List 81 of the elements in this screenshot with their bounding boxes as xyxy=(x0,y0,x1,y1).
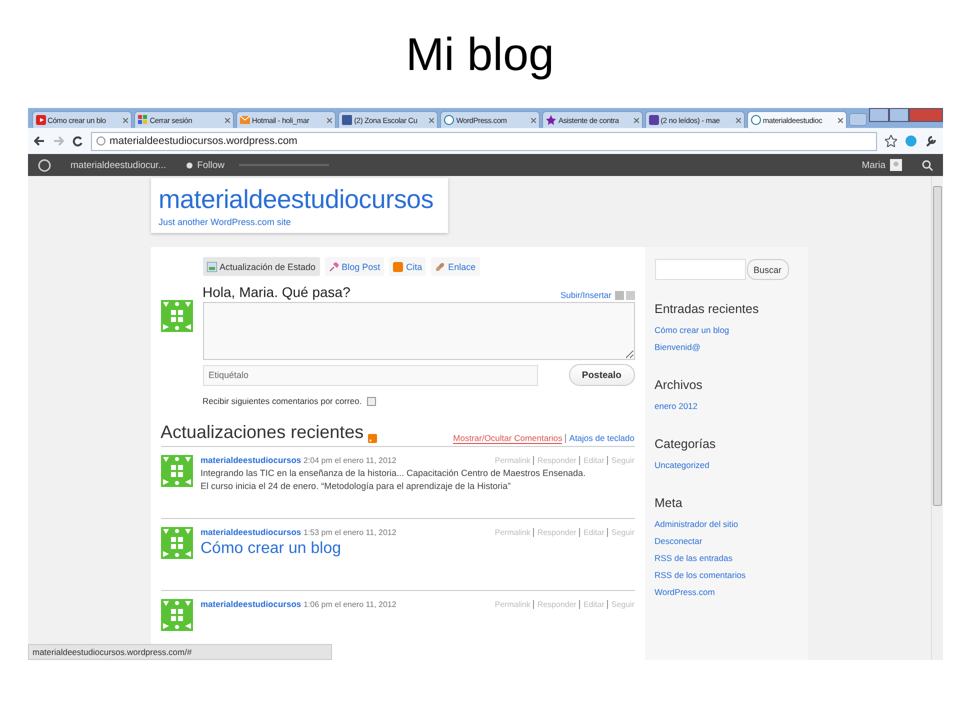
close-icon[interactable] xyxy=(531,118,536,122)
widget-link[interactable]: WordPress.com xyxy=(654,584,798,601)
post-author[interactable]: materialdeestudiocursos xyxy=(200,527,302,537)
upload-link[interactable]: Subir/Insertar xyxy=(560,290,634,300)
site-title[interactable]: materialdeestudiocursos xyxy=(158,184,440,214)
post-type-tab[interactable]: Cita xyxy=(389,257,426,276)
wrench-icon[interactable] xyxy=(924,135,936,147)
reload-icon[interactable] xyxy=(72,136,82,146)
user-menu[interactable]: Maria xyxy=(852,159,912,171)
globe-icon xyxy=(96,136,106,146)
square-icon xyxy=(342,115,352,125)
close-icon[interactable] xyxy=(122,118,128,122)
site-menu[interactable]: materialdeestudiocur... xyxy=(60,160,176,170)
close-icon[interactable] xyxy=(736,118,741,122)
search-button[interactable]: Buscar xyxy=(746,259,789,280)
notify-label: Recibir siguientes comentarios por correo. xyxy=(202,396,362,406)
search-icon[interactable] xyxy=(922,160,932,170)
post-type-tab[interactable]: Actualización de Estado xyxy=(202,257,320,276)
toggle-comments-link[interactable]: Mostrar/Ocultar Comentarios xyxy=(453,432,562,444)
chat-icon xyxy=(648,115,659,125)
avatar-icon xyxy=(160,599,192,631)
maximize-button[interactable] xyxy=(888,108,909,122)
pin-icon xyxy=(328,262,339,272)
search-field[interactable] xyxy=(654,259,746,280)
avatar-icon xyxy=(160,455,192,487)
widget-title: Meta xyxy=(654,496,684,510)
post-time: 2:04 pm el enero 11, 2012 xyxy=(304,456,396,465)
media-icon xyxy=(614,290,634,300)
post-time: 1:06 pm el enero 11, 2012 xyxy=(304,600,396,609)
widget-link[interactable]: Bienvenid@ xyxy=(654,339,798,356)
status-url: materialdeestudiocursos.wordpress.com/# xyxy=(28,644,332,660)
widget-link[interactable]: Uncategorized xyxy=(654,457,798,474)
post-type-tab[interactable]: Blog Post xyxy=(324,257,384,276)
widget-title: Categorías xyxy=(654,437,717,451)
circle-icon xyxy=(444,115,454,125)
widget-link[interactable]: enero 2012 xyxy=(654,398,798,415)
section-heading: Actualizaciones recientes xyxy=(160,422,364,443)
slide-title: Mi blog xyxy=(406,27,554,82)
avatar-icon xyxy=(160,300,192,332)
avatar-icon xyxy=(160,527,192,559)
post-title[interactable]: Cómo crear un blog xyxy=(200,540,634,558)
post-author[interactable]: materialdeestudiocursos xyxy=(200,599,302,609)
play-icon xyxy=(36,115,46,125)
scrollbar[interactable] xyxy=(930,176,942,660)
post-author[interactable]: materialdeestudiocursos xyxy=(200,455,302,465)
widget-link[interactable]: Cómo crear un blog xyxy=(654,322,798,339)
widget-link[interactable]: RSS de los comentarios xyxy=(654,567,798,584)
extension-icon[interactable] xyxy=(904,135,916,147)
close-icon[interactable] xyxy=(224,118,230,122)
widget-link[interactable]: Administrador del sitio xyxy=(654,516,798,533)
post-button[interactable]: Postealo xyxy=(568,364,634,386)
close-icon[interactable] xyxy=(838,118,843,122)
envelope-icon xyxy=(240,115,250,125)
tag-field[interactable]: Etiquétalo xyxy=(202,364,538,386)
wordpress-logo-icon[interactable] xyxy=(38,158,50,172)
status-icon xyxy=(206,262,216,272)
widget-link[interactable]: RSS de las entradas xyxy=(654,550,798,567)
close-icon[interactable] xyxy=(429,118,434,122)
follow-button[interactable]: Follow xyxy=(176,160,235,170)
shortcuts-link[interactable]: Atajos de teclado xyxy=(569,432,634,443)
notify-checkbox[interactable] xyxy=(366,396,376,406)
post-type-tab[interactable]: Enlace xyxy=(431,257,480,276)
address-field[interactable]: materialdeestudiocursos.wordpress.com xyxy=(90,132,876,150)
widget-link[interactable]: Desconectar xyxy=(654,533,798,550)
circle-icon xyxy=(750,115,761,125)
close-icon[interactable] xyxy=(327,118,332,122)
widget-title: Archivos xyxy=(654,378,704,392)
quote-icon xyxy=(393,262,404,272)
link-icon xyxy=(435,262,446,272)
flag-icon xyxy=(138,115,148,125)
widget-title: Entradas recientes xyxy=(654,302,760,316)
rss-icon[interactable] xyxy=(368,434,377,443)
close-icon[interactable] xyxy=(634,118,639,122)
minimize-button[interactable] xyxy=(868,108,889,122)
post-time: 1:53 pm el enero 11, 2012 xyxy=(304,528,396,537)
site-tagline: Just another WordPress.com site xyxy=(158,217,292,227)
post-text: El curso inicia el 24 de enero. “Metodología para el aprendizaje de la Historia” xyxy=(200,481,512,492)
greeting: Hola, Maria. Qué pasa? xyxy=(202,284,350,300)
post-text: Integrando las TIC en la enseñanza de la historia... Capacitación Centro de Maestros Ensenada. xyxy=(200,468,587,478)
back-icon[interactable] xyxy=(34,136,44,146)
avatar-icon xyxy=(890,159,902,171)
